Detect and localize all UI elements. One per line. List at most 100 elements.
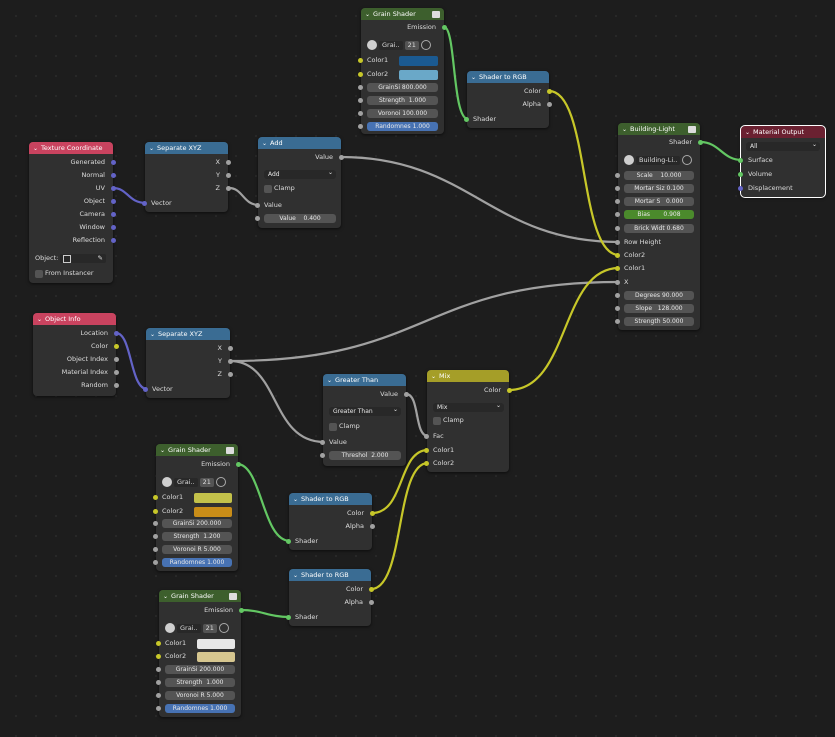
- collapse-chevron-icon[interactable]: ⌄: [33, 145, 38, 152]
- node-header[interactable]: ⌄ Object Info: [33, 313, 116, 325]
- collapse-chevron-icon[interactable]: ⌄: [622, 126, 627, 133]
- socket-random[interactable]: [114, 383, 119, 388]
- user-count[interactable]: 21: [202, 623, 217, 633]
- socket-generated[interactable]: [111, 160, 116, 165]
- socket-value-in[interactable]: [255, 203, 260, 208]
- socket-voronoi[interactable]: [153, 547, 158, 552]
- socket-normal[interactable]: [111, 173, 116, 178]
- node-group-selector[interactable]: Grai.. 21: [367, 40, 431, 50]
- socket-color[interactable]: [547, 89, 552, 94]
- node-group-selector[interactable]: Grai.. 21: [165, 623, 229, 633]
- socket-displacement[interactable]: [738, 186, 743, 191]
- socket-reflection[interactable]: [111, 238, 116, 243]
- socket-color1[interactable]: [358, 58, 363, 63]
- group-name-field[interactable]: Grai..: [177, 623, 201, 633]
- collapse-chevron-icon[interactable]: ⌄: [150, 331, 155, 338]
- node-group-icon[interactable]: [432, 10, 440, 18]
- socket-emission[interactable]: [442, 25, 447, 30]
- node-header[interactable]: ⌄ Grain Shader: [156, 444, 238, 456]
- socket-color1[interactable]: [153, 495, 158, 500]
- scale-field[interactable]: Scale 10.000: [624, 171, 694, 180]
- socket-location[interactable]: [114, 331, 119, 336]
- socket-mortar-size[interactable]: [615, 186, 620, 191]
- brick-width-field[interactable]: Brick Widt 0.680: [624, 224, 694, 233]
- target-dropdown[interactable]: All: [746, 140, 820, 151]
- grain-size-field[interactable]: GrainSi 200.000: [162, 519, 232, 528]
- socket-degrees[interactable]: [615, 293, 620, 298]
- node-header[interactable]: ⌄ Material Output: [741, 126, 825, 138]
- bias-field[interactable]: Bias 0.908: [624, 210, 694, 219]
- node-header[interactable]: ⌄ Building-Light: [618, 123, 700, 135]
- collapse-chevron-icon[interactable]: ⌄: [745, 129, 750, 136]
- degrees-field[interactable]: Degrees 90.000: [624, 291, 694, 300]
- socket-color2[interactable]: [153, 509, 158, 514]
- socket-color1[interactable]: [424, 448, 429, 453]
- shader-to-rgb-node-top[interactable]: ⌄ Shader to RGB Color Alpha Shader: [464, 71, 552, 128]
- collapse-chevron-icon[interactable]: ⌄: [149, 145, 154, 152]
- collapse-chevron-icon[interactable]: ⌄: [293, 496, 298, 503]
- grain-shader-node-top[interactable]: ⌄ Grain Shader Emission Grai.. 21 Color1 C…: [358, 8, 447, 134]
- collapse-chevron-icon[interactable]: ⌄: [293, 572, 298, 579]
- socket-shader-out[interactable]: [698, 140, 703, 145]
- socket-uv[interactable]: [111, 186, 116, 191]
- collapse-chevron-icon[interactable]: ⌄: [471, 74, 476, 81]
- socket-brick-width[interactable]: [615, 226, 620, 231]
- voronoi-field[interactable]: Voronoi 100.000: [367, 109, 438, 118]
- group-name-field[interactable]: Building-Li..: [636, 155, 681, 165]
- node-group-icon[interactable]: [226, 446, 234, 454]
- socket-window[interactable]: [111, 225, 116, 230]
- greater-than-node[interactable]: ⌄Greater Than Value Greater Than Clamp V…: [320, 374, 409, 466]
- socket-color[interactable]: [369, 587, 374, 592]
- socket-value-out[interactable]: [404, 392, 409, 397]
- operation-dropdown[interactable]: Add: [264, 168, 336, 179]
- socket-voronoi[interactable]: [358, 111, 363, 116]
- socket-slope[interactable]: [615, 306, 620, 311]
- fake-user-shield-icon[interactable]: [420, 40, 431, 50]
- group-name-field[interactable]: Grai..: [174, 477, 198, 487]
- texture-coordinate-node[interactable]: ⌄ Texture Coordinate Generated Normal UV …: [29, 142, 116, 283]
- socket-randomness[interactable]: [358, 124, 363, 129]
- randomness-field[interactable]: Randomnes 1.000: [367, 122, 438, 131]
- node-header[interactable]: ⌄ Texture Coordinate: [29, 142, 113, 154]
- socket-strength[interactable]: [358, 98, 363, 103]
- socket-color[interactable]: [114, 344, 119, 349]
- fake-user-shield-icon[interactable]: [682, 155, 693, 165]
- value-field[interactable]: Value 0.400: [264, 214, 336, 223]
- clamp-checkbox[interactable]: [264, 185, 272, 193]
- fake-user-shield-icon[interactable]: [218, 623, 229, 633]
- collapse-chevron-icon[interactable]: ⌄: [365, 11, 370, 18]
- user-count[interactable]: 21: [199, 477, 214, 487]
- node-header[interactable]: ⌄ Shader to RGB: [289, 493, 372, 505]
- socket-volume[interactable]: [738, 172, 743, 177]
- color2-swatch[interactable]: [194, 507, 232, 517]
- socket-color2[interactable]: [424, 461, 429, 466]
- color2-swatch[interactable]: [399, 70, 438, 80]
- grain-size-field[interactable]: GrainSi 200.000: [165, 665, 235, 674]
- socket-z[interactable]: [228, 372, 233, 377]
- socket-object-index[interactable]: [114, 357, 119, 362]
- collapse-chevron-icon[interactable]: ⌄: [37, 316, 42, 323]
- strength-field[interactable]: Strength 1.000: [165, 678, 235, 687]
- clamp-checkbox[interactable]: [433, 417, 441, 425]
- color1-swatch[interactable]: [399, 56, 438, 66]
- socket-x[interactable]: [615, 280, 620, 285]
- socket-y[interactable]: [228, 359, 233, 364]
- socket-vector-in[interactable]: [142, 201, 147, 206]
- mix-rgb-node[interactable]: ⌄Mix Color Mix Clamp Fac Color1 Color2: [424, 370, 512, 472]
- socket-emission[interactable]: [236, 462, 241, 467]
- randomness-field[interactable]: Randomnes 1.000: [165, 704, 235, 713]
- socket-randomness[interactable]: [156, 706, 161, 711]
- node-header[interactable]: ⌄ Shader to RGB: [289, 569, 371, 581]
- randomness-field[interactable]: Randomnes 1.000: [162, 558, 232, 567]
- separate-xyz-node-1[interactable]: ⌄ Separate XYZ X Y Z Vector: [142, 142, 231, 212]
- socket-randomness[interactable]: [153, 560, 158, 565]
- mortar-smooth-field[interactable]: Mortar S 0.000: [624, 197, 694, 206]
- building-light-node[interactable]: ⌄ Building-Light Shader Building-Li.. Sca…: [615, 123, 703, 330]
- clamp-checkbox[interactable]: [329, 423, 337, 431]
- shader-to-rgb-node-mid[interactable]: ⌄ Shader to RGB Color Alpha Shader: [286, 493, 375, 550]
- socket-z[interactable]: [226, 186, 231, 191]
- node-header[interactable]: ⌄ Separate XYZ: [146, 328, 230, 340]
- socket-color1[interactable]: [615, 266, 620, 271]
- grain-shader-node-mid[interactable]: ⌄ Grain Shader Emission Grai.. 21 Color1 C…: [153, 444, 241, 571]
- node-header[interactable]: ⌄ Shader to RGB: [467, 71, 549, 83]
